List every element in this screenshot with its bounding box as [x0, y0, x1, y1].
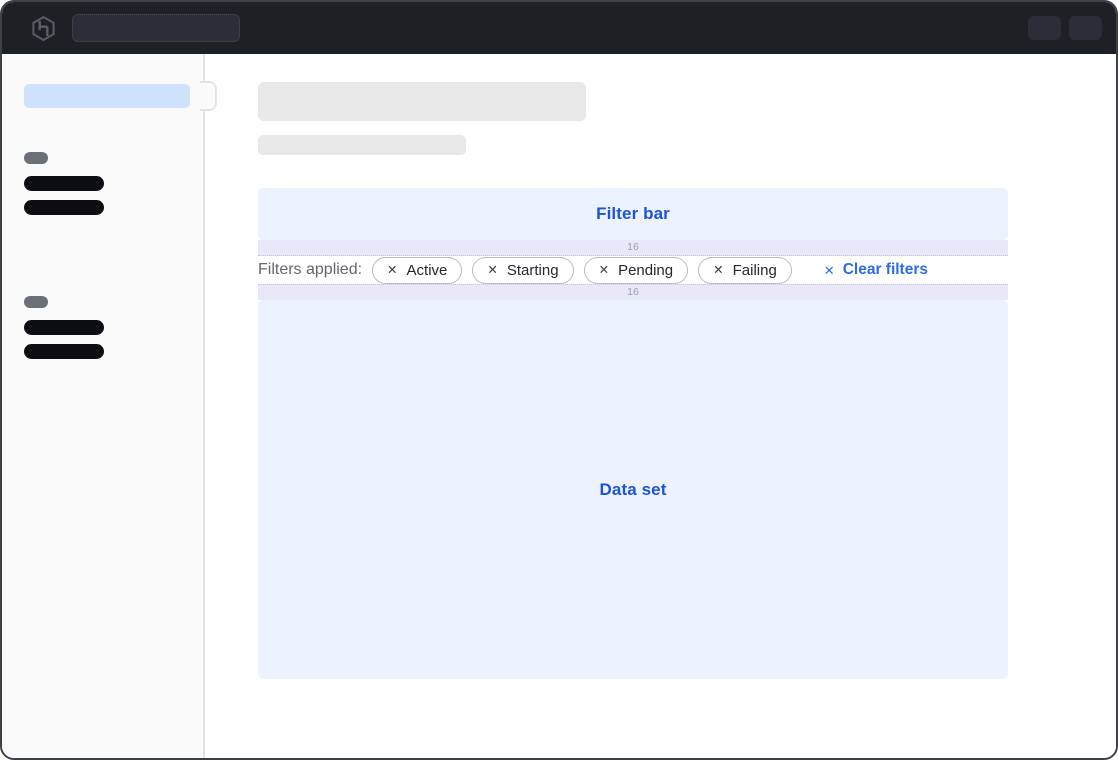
page-title-skeleton — [258, 82, 586, 121]
sidebar-nav-item[interactable] — [24, 176, 104, 191]
clear-filters-link[interactable]: ✕ Clear filters — [824, 261, 928, 279]
sidebar-nav-item[interactable] — [24, 320, 104, 335]
spacing-annotation-16: 16 — [258, 240, 1008, 256]
sidebar-collapse-handle[interactable] — [200, 81, 217, 111]
filter-bar-region: Filter bar — [258, 188, 1008, 240]
filter-pill-active[interactable]: ✕ Active — [372, 257, 462, 284]
sidebar-nav-item[interactable] — [24, 200, 104, 215]
filter-pill-label: Starting — [507, 262, 559, 279]
close-icon[interactable]: ✕ — [387, 264, 397, 277]
filter-pill-label: Active — [407, 262, 448, 279]
spacing-annotation-16: 16 — [258, 284, 1008, 300]
app-body: Filter bar 16 Filters applied: ✕ Active … — [2, 54, 1116, 758]
close-icon: ✕ — [824, 264, 835, 277]
filter-pill-label: Pending — [618, 262, 673, 279]
filters-applied-row: Filters applied: ✕ Active ✕ Starting ✕ P… — [258, 256, 1008, 284]
topbar-action-button-2[interactable] — [1069, 16, 1102, 40]
sidebar — [2, 54, 205, 758]
spacing-annotation-label: 16 — [627, 241, 639, 253]
search-input[interactable] — [72, 14, 240, 42]
topbar-action-button-1[interactable] — [1028, 16, 1061, 40]
content-column: Filter bar 16 Filters applied: ✕ Active … — [258, 82, 1008, 679]
data-set-label: Data set — [600, 480, 667, 500]
close-icon[interactable]: ✕ — [487, 264, 497, 277]
page-subtitle-skeleton — [258, 135, 466, 155]
clear-filters-label: Clear filters — [843, 261, 928, 279]
close-icon[interactable]: ✕ — [713, 264, 723, 277]
filter-pill-pending[interactable]: ✕ Pending — [584, 257, 689, 284]
spacing-annotation-label: 16 — [627, 286, 639, 298]
filter-pill-label: Failing — [733, 262, 777, 279]
filters-applied-label: Filters applied: — [258, 261, 362, 279]
close-icon[interactable]: ✕ — [599, 264, 609, 277]
main-content: Filter bar 16 Filters applied: ✕ Active … — [205, 54, 1116, 758]
app-window: Filter bar 16 Filters applied: ✕ Active … — [0, 0, 1118, 760]
data-set-region: Data set — [258, 300, 1008, 679]
sidebar-nav-item[interactable] — [24, 344, 104, 359]
filter-bar-label: Filter bar — [596, 204, 670, 224]
sidebar-section-label — [24, 152, 48, 164]
hashicorp-logo-icon — [30, 15, 57, 42]
sidebar-section-label — [24, 296, 48, 308]
sidebar-active-item[interactable] — [24, 84, 190, 108]
top-nav-bar — [2, 2, 1116, 54]
filter-pill-starting[interactable]: ✕ Starting — [472, 257, 573, 284]
filter-pill-failing[interactable]: ✕ Failing — [698, 257, 792, 284]
